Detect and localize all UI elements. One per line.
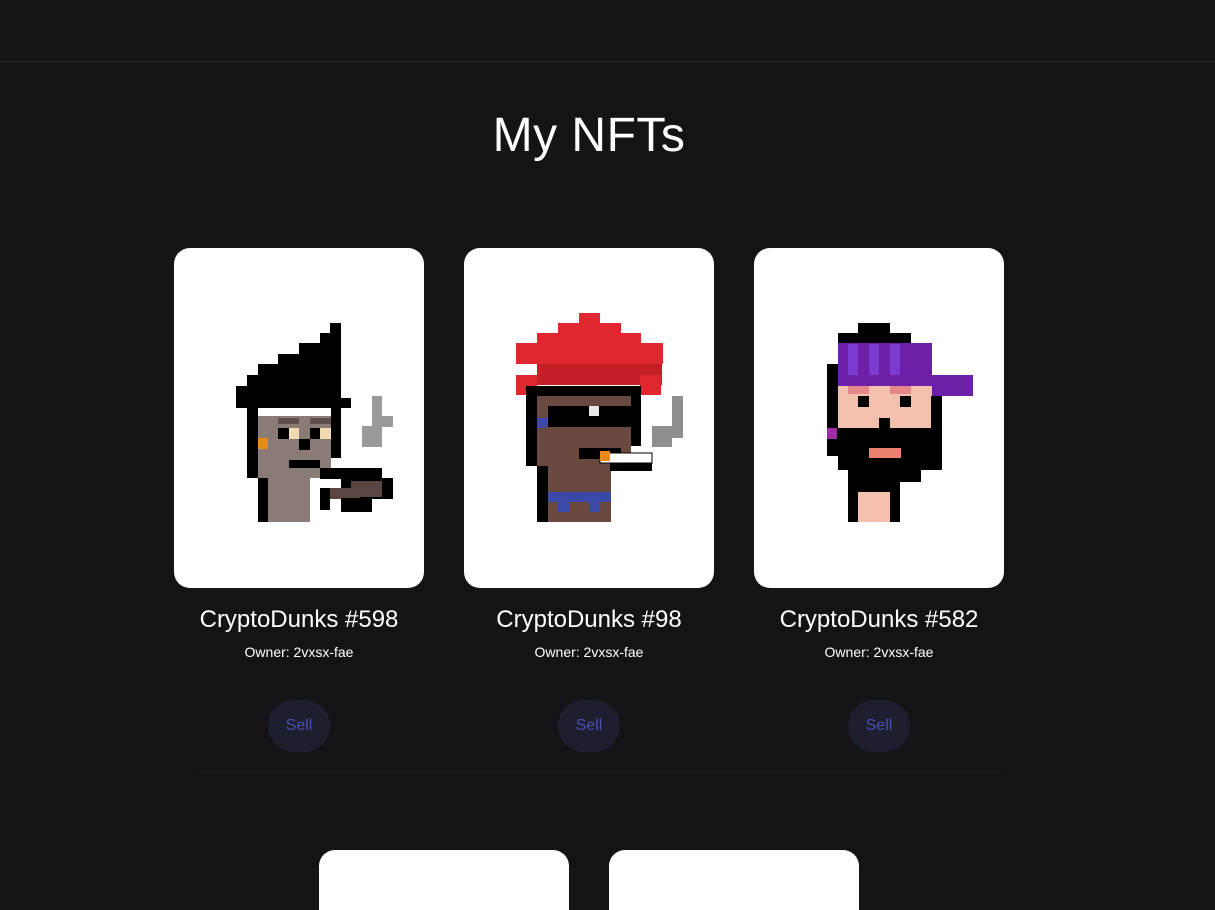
nft-name: CryptoDunks #598 — [199, 606, 399, 633]
sell-button[interactable]: Sell — [558, 700, 620, 752]
nft-image[interactable] — [754, 248, 1004, 588]
nft-card[interactable]: CryptoDunks #598 Owner: 2vxsx-fae Sell — [174, 248, 424, 752]
nft-image[interactable] — [464, 248, 714, 588]
top-navigation-bar — [0, 0, 1215, 62]
nft-name: CryptoDunks #582 — [779, 606, 979, 633]
nft-name: CryptoDunks #98 — [496, 606, 682, 633]
nft-card[interactable]: CryptoDunks #98 Owner: 2vxsx-fae Sell — [464, 248, 714, 752]
card-divider — [194, 772, 1006, 773]
nft-image[interactable] — [174, 248, 424, 588]
nft-card-partial[interactable] — [609, 850, 859, 910]
pixel-punk-avatar-icon — [516, 313, 683, 522]
nft-owner: Owner: 2vxsx-fae — [824, 644, 934, 660]
page-title: My NFTs — [492, 109, 686, 162]
pixel-punk-avatar-icon — [827, 323, 973, 522]
pixel-punk-avatar-icon — [236, 323, 393, 522]
nft-owner: Owner: 2vxsx-fae — [534, 644, 644, 660]
sell-button[interactable]: Sell — [268, 700, 330, 752]
nft-card-partial[interactable] — [319, 850, 569, 910]
nft-owner: Owner: 2vxsx-fae — [244, 644, 354, 660]
sell-button[interactable]: Sell — [848, 700, 910, 752]
nft-card[interactable]: CryptoDunks #582 Owner: 2vxsx-fae Sell — [754, 248, 1004, 752]
